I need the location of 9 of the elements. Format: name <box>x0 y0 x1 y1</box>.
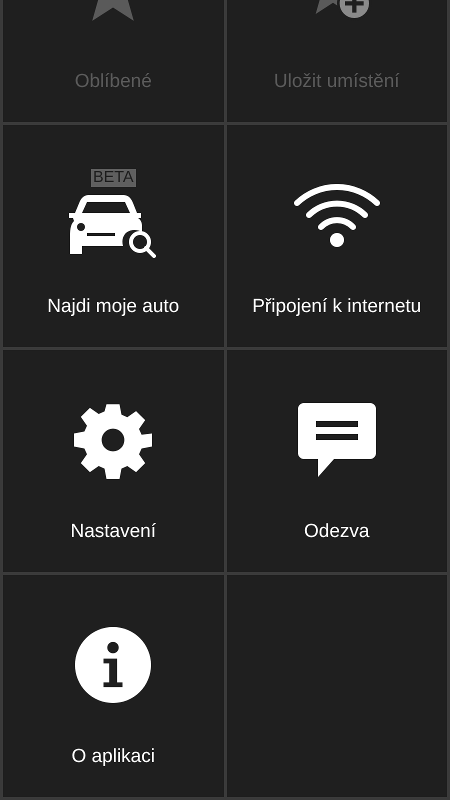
beta-badge: BETA <box>90 169 136 187</box>
menu-tile[interactable]: Odezva <box>226 350 447 572</box>
menu-tile[interactable]: BETA Najdi moje auto <box>3 125 224 347</box>
info-icon <box>75 627 152 703</box>
speech-bubble-icon <box>296 401 378 479</box>
menu-tile[interactable]: Nastavení <box>3 350 224 572</box>
menu-tile[interactable]: O aplikaci <box>3 575 224 797</box>
wifi-icon <box>292 183 381 247</box>
menu-tile[interactable]: Připojení k internetu <box>226 125 447 347</box>
